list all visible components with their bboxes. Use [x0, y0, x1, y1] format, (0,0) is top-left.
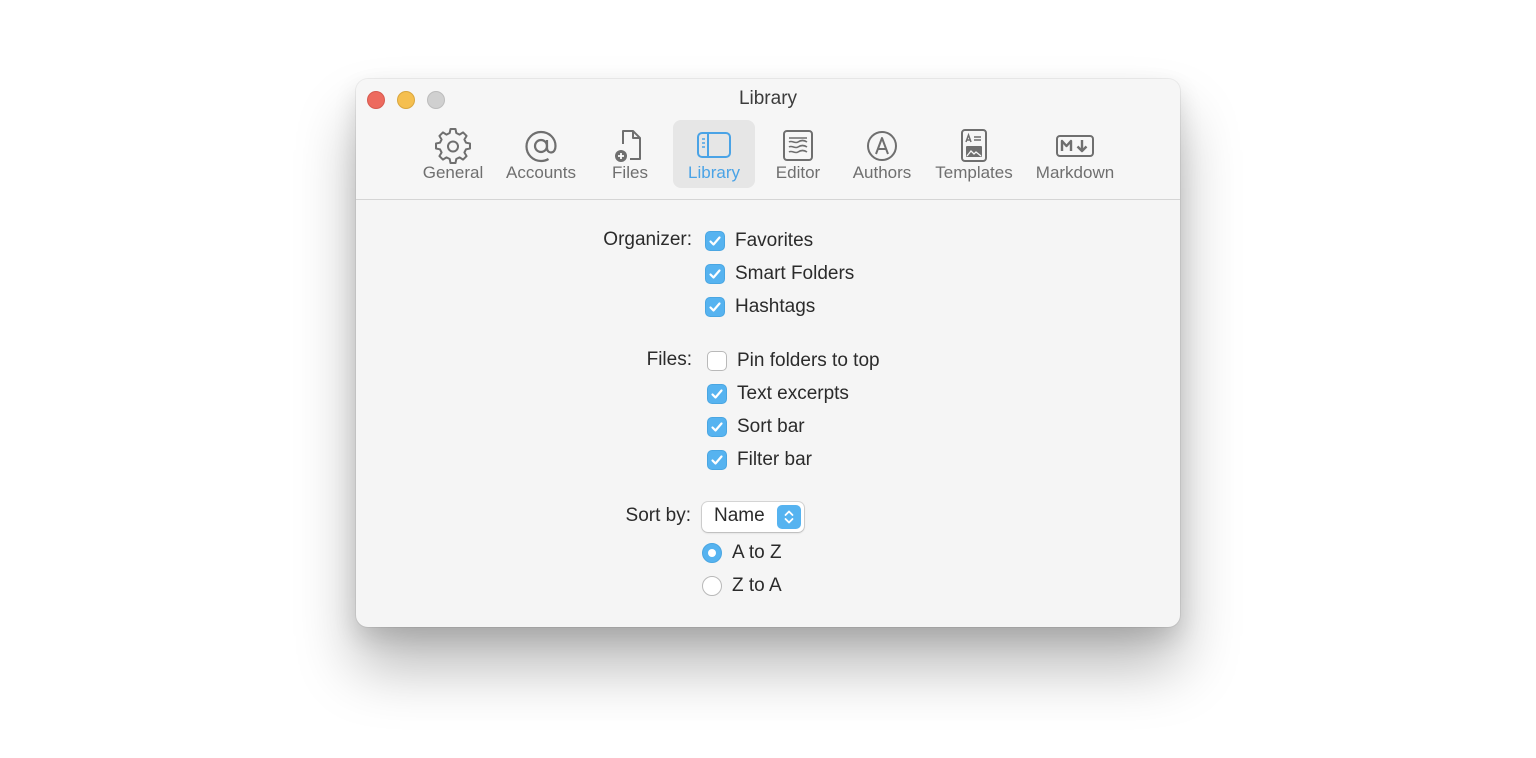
library-settings-panel: Organizer: Favorites Smart Folders Hasht…: [356, 200, 1180, 627]
tab-label: Authors: [852, 163, 912, 182]
organizer-label: Organizer:: [603, 229, 692, 250]
a-to-z-radio[interactable]: [702, 543, 722, 563]
tab-templates[interactable]: Templates: [930, 120, 1018, 188]
filter-bar-label: Filter bar: [737, 449, 812, 470]
tab-label: Markdown: [1035, 163, 1115, 182]
preferences-window: Library General Accounts Files Library E…: [356, 79, 1180, 627]
files-label: Files:: [646, 349, 692, 370]
smart-folders-option[interactable]: Smart Folders: [705, 262, 854, 286]
tab-accounts[interactable]: Accounts: [498, 120, 584, 188]
a-to-z-label: A to Z: [732, 542, 782, 563]
template-icon: [954, 124, 994, 164]
tab-general[interactable]: General: [414, 120, 492, 188]
pin-folders-checkbox[interactable]: [707, 351, 727, 371]
tab-authors[interactable]: Authors: [844, 120, 920, 188]
preferences-toolbar: General Accounts Files Library Editor Au…: [356, 120, 1180, 188]
favorites-label: Favorites: [735, 230, 814, 251]
sort-by-value: Name: [714, 505, 765, 526]
sort-bar-checkbox[interactable]: [707, 417, 727, 437]
smart-folders-label: Smart Folders: [735, 263, 855, 284]
tab-label: General: [422, 163, 484, 182]
z-to-a-option[interactable]: Z to A: [702, 574, 782, 598]
markdown-icon: [1055, 124, 1095, 164]
pin-folders-label: Pin folders to top: [737, 350, 880, 371]
z-to-a-radio[interactable]: [702, 576, 722, 596]
tab-files[interactable]: Files: [596, 120, 664, 188]
tab-label: Library: [688, 163, 740, 182]
sort-by-label: Sort by:: [625, 505, 691, 526]
text-excerpts-checkbox[interactable]: [707, 384, 727, 404]
tab-editor[interactable]: Editor: [764, 120, 832, 188]
tab-label: Templates: [935, 163, 1013, 182]
text-excerpts-option[interactable]: Text excerpts: [707, 382, 849, 406]
tab-library[interactable]: Library: [673, 120, 755, 188]
tab-label: Accounts: [506, 163, 576, 182]
sort-bar-label: Sort bar: [737, 416, 805, 437]
editor-icon: [778, 124, 818, 164]
tab-label: Files: [612, 163, 648, 182]
filter-bar-checkbox[interactable]: [707, 450, 727, 470]
sidebar-icon: [694, 124, 734, 164]
hashtags-label: Hashtags: [735, 296, 816, 317]
filter-bar-option[interactable]: Filter bar: [707, 448, 812, 472]
title-bar: Library General Accounts Files Library E…: [356, 79, 1180, 200]
z-to-a-label: Z to A: [732, 575, 782, 596]
gear-icon: [433, 124, 473, 164]
at-icon: [521, 124, 561, 164]
file-add-icon: [610, 124, 650, 164]
smart-folders-checkbox[interactable]: [705, 264, 725, 284]
a-to-z-option[interactable]: A to Z: [702, 541, 782, 565]
tab-markdown[interactable]: Markdown: [1030, 120, 1120, 188]
sort-by-select[interactable]: Name: [702, 502, 804, 532]
hashtags-checkbox[interactable]: [705, 297, 725, 317]
sort-bar-option[interactable]: Sort bar: [707, 415, 805, 439]
pin-folders-option[interactable]: Pin folders to top: [707, 349, 880, 373]
up-down-chevron-icon: [777, 505, 801, 529]
window-title: Library: [738, 88, 798, 109]
hashtags-option[interactable]: Hashtags: [705, 295, 815, 319]
text-excerpts-label: Text excerpts: [737, 383, 849, 404]
tab-label: Editor: [775, 163, 821, 182]
author-icon: [862, 124, 902, 164]
favorites-checkbox[interactable]: [705, 231, 725, 251]
favorites-option[interactable]: Favorites: [705, 229, 813, 253]
